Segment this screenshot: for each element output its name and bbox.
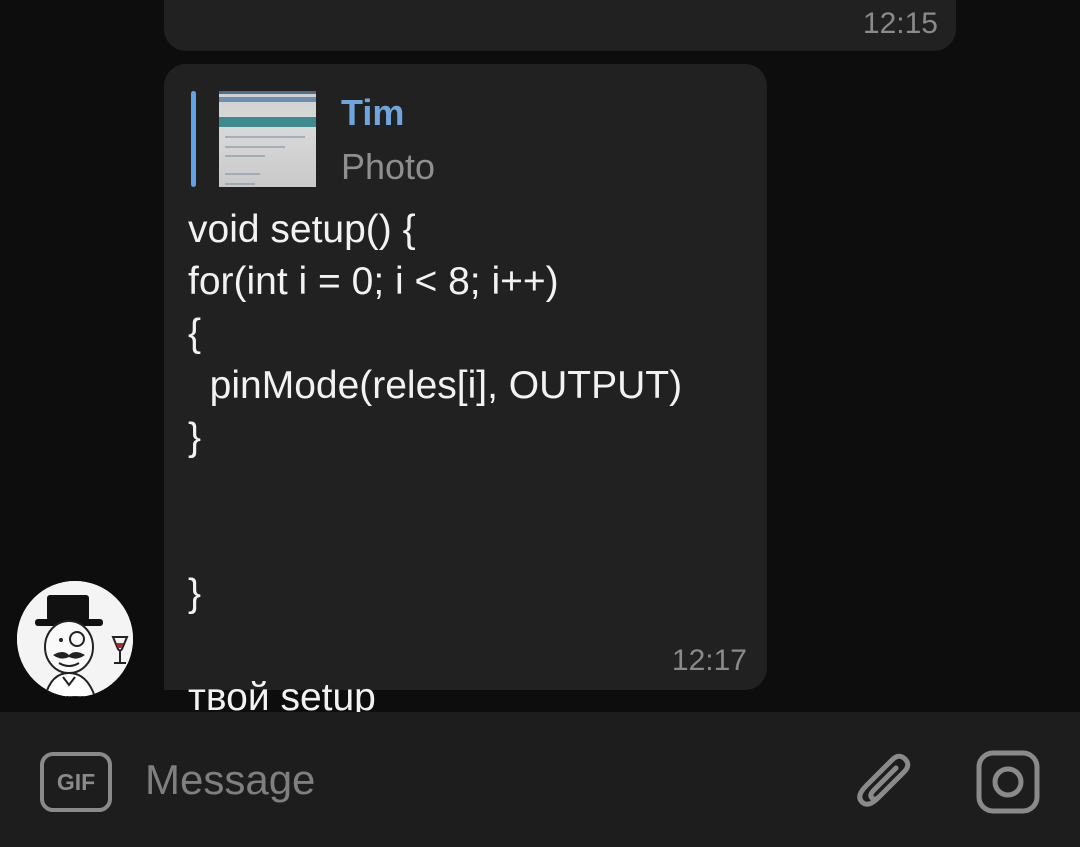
attach-button[interactable] [852,748,916,816]
paperclip-icon [857,753,911,807]
message-bubble[interactable]: Tim Photo void setup() { for(int i = 0; … [164,64,767,712]
camera-button[interactable] [976,750,1040,814]
chat-area: 12:15 Tim Photo void setup() { for(int i… [0,0,1080,712]
message-text: void setup() { for(int i = 0; i < 8; i++… [188,208,683,712]
message-time: 12:15 [862,7,938,40]
sender-avatar[interactable] [17,581,133,697]
reply-sender-name: Tim [341,92,405,133]
previous-message-bubble[interactable]: 12:15 [164,0,956,51]
reply-photo-thumbnail [219,91,316,187]
reply-preview[interactable]: Tim Photo [191,91,591,187]
reply-accent-bar [191,91,196,187]
message-input-bar: GIF [0,712,1080,847]
reply-media-type: Photo [341,146,436,187]
avatar-illustration [17,581,133,697]
message-input[interactable] [145,750,795,810]
message-time: 12:17 [671,644,747,677]
camera-icon [976,750,1040,814]
gif-button[interactable]: GIF [40,752,112,812]
